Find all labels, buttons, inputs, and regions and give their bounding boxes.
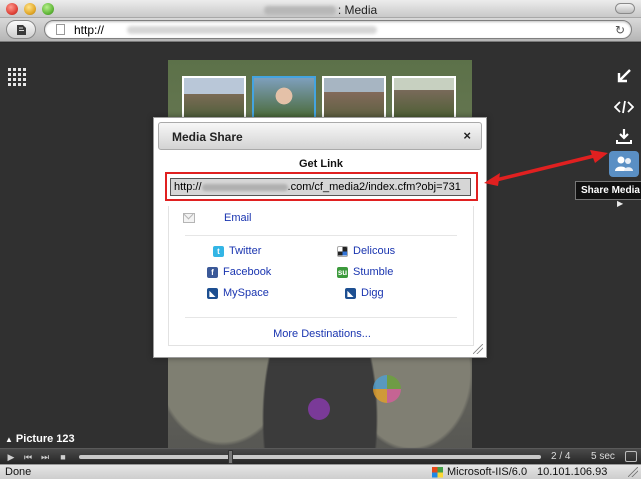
- evernote-icon: [17, 24, 26, 35]
- share-link-field[interactable]: http:// .com/cf_media2/index.cfm?obj=731: [170, 178, 471, 196]
- facebook-label: Facebook: [223, 266, 272, 278]
- progress-handle[interactable]: [228, 450, 233, 464]
- redacted-domain: [201, 183, 288, 191]
- get-link-heading: Get Link: [298, 158, 343, 170]
- slide-interval[interactable]: 5 sec: [591, 451, 615, 462]
- divider: [185, 317, 457, 318]
- server-name: Microsoft-IIS/6.0: [447, 466, 528, 478]
- thumbnail-2-selected[interactable]: [252, 76, 316, 120]
- share-myspace[interactable]: ◣ MySpace: [207, 287, 269, 299]
- shirt-emblem: [373, 375, 401, 403]
- windows-logo-icon: [432, 466, 443, 478]
- download-icon[interactable]: [611, 125, 637, 147]
- stop-icon[interactable]: ■: [57, 451, 69, 463]
- annotation-arrow: [484, 150, 608, 186]
- twitter-label: Twitter: [229, 245, 262, 257]
- share-delicious[interactable]: Delicous: [337, 245, 395, 257]
- link-suffix: .com/cf_media2/index.cfm?obj=731: [287, 181, 461, 193]
- envelope-icon: [183, 213, 195, 223]
- share-stumble[interactable]: su Stumble: [337, 266, 393, 278]
- redacted-url: [127, 26, 377, 34]
- resize-grip-icon[interactable]: [473, 344, 483, 354]
- link-prefix: http://: [174, 181, 202, 193]
- dialog-title: Media Share: [172, 130, 243, 144]
- picture-label-text: Picture 123: [15, 433, 75, 445]
- divider: [185, 235, 457, 236]
- share-media-icon: [615, 156, 633, 171]
- caption-expand-icon: ▲: [5, 435, 13, 444]
- facebook-icon: f: [207, 266, 218, 278]
- thumbnail-3[interactable]: [322, 76, 386, 120]
- share-facebook[interactable]: f Facebook: [207, 266, 271, 278]
- address-bar[interactable]: http:// ↻: [44, 20, 632, 39]
- thumbnail-strip: [182, 76, 462, 120]
- share-options-panel: Email t Twitter Delicous f Facebook su S…: [168, 206, 474, 346]
- play-icon[interactable]: ▶: [5, 451, 17, 463]
- first-slide-icon[interactable]: ⏮: [22, 451, 34, 463]
- next-slide-icon[interactable]: ⏭: [39, 451, 51, 463]
- reload-icon[interactable]: ↻: [615, 23, 625, 37]
- delicious-label: Delicous: [353, 245, 396, 257]
- thumbnail-4[interactable]: [392, 76, 456, 120]
- email-link[interactable]: Email: [224, 212, 252, 224]
- redacted-site-name: [263, 6, 336, 16]
- more-destinations-link[interactable]: More Destinations...: [169, 328, 475, 340]
- stumble-label: Stumble: [353, 266, 394, 278]
- media-share-dialog: Media Share × Get Link http:// .com/cf_me…: [153, 117, 487, 358]
- shirt-logo: [308, 398, 330, 420]
- window-title: : Media: [0, 3, 641, 17]
- page-icon: [56, 24, 65, 35]
- share-media-button[interactable]: [609, 151, 639, 177]
- window-resize-icon[interactable]: [628, 467, 638, 477]
- embed-code-icon[interactable]: [611, 96, 637, 118]
- status-bar: Done Microsoft-IIS/6.0 10.101.106.93: [0, 464, 641, 479]
- myspace-label: MySpace: [223, 287, 269, 299]
- slide-counter: 2 / 4: [551, 451, 571, 462]
- digg-label: Digg: [361, 287, 384, 299]
- toolbar-toggle-button[interactable]: [615, 3, 635, 14]
- player-controls: ▶ ⏮ ⏭ ■ 2 / 4 5 sec: [0, 448, 641, 464]
- server-info: Microsoft-IIS/6.0: [432, 466, 527, 478]
- evernote-button[interactable]: [6, 20, 36, 39]
- status-text: Done: [5, 466, 32, 478]
- shrink-icon[interactable]: [611, 65, 637, 87]
- share-digg[interactable]: ◣ Digg: [345, 287, 384, 299]
- delicious-icon: [337, 245, 348, 257]
- url-text: http://: [74, 23, 105, 37]
- email-option[interactable]: Email: [183, 212, 252, 224]
- thumbnail-1[interactable]: [182, 76, 246, 120]
- picture-caption[interactable]: ▲ Picture 123: [5, 433, 75, 445]
- tooltip-pointer-icon: ▶: [617, 199, 624, 208]
- dialog-header: Media Share ×: [158, 122, 482, 150]
- window-titlebar: : Media: [0, 0, 641, 18]
- progress-track[interactable]: [79, 455, 541, 459]
- twitter-icon: t: [213, 245, 224, 257]
- server-ip: 10.101.106.93: [537, 466, 608, 478]
- digg-icon: ◣: [345, 287, 356, 299]
- gallery-grid-icon[interactable]: [8, 68, 26, 86]
- close-icon[interactable]: ×: [463, 128, 471, 143]
- share-twitter[interactable]: t Twitter: [213, 245, 261, 257]
- stumbleupon-icon: su: [337, 266, 348, 278]
- fullscreen-icon[interactable]: [625, 451, 637, 462]
- browser-toolbar: http:// ↻: [0, 18, 641, 42]
- window-title-text: : Media: [337, 3, 378, 17]
- myspace-icon: ◣: [207, 287, 218, 299]
